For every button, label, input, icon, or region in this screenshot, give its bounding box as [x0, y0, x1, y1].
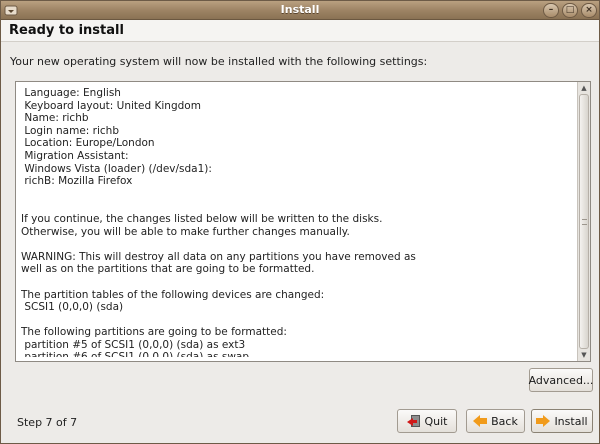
- summary-line: SCSI1 (0,0,0) (sda): [21, 301, 124, 314]
- scrollbar-thumb[interactable]: [579, 94, 589, 349]
- summary-line: Keyboard layout: United Kingdom: [21, 99, 201, 112]
- install-button-label: Install: [554, 414, 588, 428]
- summary-line: [21, 314, 573, 327]
- quit-button[interactable]: Quit: [397, 409, 457, 433]
- summary-line: Language: English: [21, 87, 121, 99]
- summary-line: richB: Mozilla Firefox: [21, 175, 133, 188]
- maximize-icon[interactable]: □: [562, 3, 578, 18]
- summary-line: Location: Europe/London: [21, 137, 155, 150]
- summary-line: Name: richb: [21, 112, 89, 125]
- window-title: Install: [280, 3, 320, 16]
- summary-line: well as on the partitions that are going…: [21, 263, 315, 276]
- back-button[interactable]: Back: [466, 409, 525, 433]
- summary-line: Otherwise, you will be able to make furt…: [21, 225, 350, 238]
- close-icon[interactable]: ×: [581, 3, 597, 18]
- summary-scrollbar[interactable]: ▲ ▼: [577, 82, 590, 361]
- installer-window: Install – □ × Ready to install Your new …: [0, 0, 600, 444]
- page-header: Ready to install: [1, 20, 599, 42]
- summary-line: WARNING: This will destroy all data on a…: [21, 250, 416, 263]
- summary-line: The following partitions are going to be…: [21, 326, 287, 339]
- summary-line: partition #6 of SCSI1 (0,0,0) (sda) as s…: [21, 351, 573, 357]
- summary-line: [21, 188, 573, 201]
- summary-line: Login name: richb: [21, 124, 119, 137]
- advanced-button-label: Advanced...: [528, 373, 594, 387]
- back-arrow-icon: [473, 414, 488, 428]
- summary-line: [21, 238, 573, 251]
- quit-button-label: Quit: [424, 414, 448, 428]
- summary-line: Windows Vista (loader) (/dev/sda1):: [21, 162, 212, 175]
- summary-line: partition #5 of SCSI1 (0,0,0) (sda) as e…: [21, 338, 246, 351]
- page-title: Ready to install: [9, 23, 124, 38]
- summary-line: [21, 276, 573, 289]
- summary-line: The partition tables of the following de…: [21, 288, 325, 301]
- minimize-icon[interactable]: –: [543, 3, 559, 18]
- summary-line: If you continue, the changes listed belo…: [21, 212, 383, 225]
- scroll-down-icon[interactable]: ▼: [578, 349, 590, 361]
- forward-arrow-icon: [536, 414, 551, 428]
- settings-summary-text: Language: English Keyboard layout: Unite…: [21, 87, 573, 357]
- intro-text: Your new operating system will now be in…: [10, 55, 428, 68]
- back-button-label: Back: [491, 414, 518, 428]
- scroll-up-icon[interactable]: ▲: [578, 82, 590, 94]
- summary-line: [21, 200, 573, 213]
- settings-summary-panel[interactable]: Language: English Keyboard layout: Unite…: [15, 81, 591, 362]
- title-bar[interactable]: Install – □ ×: [1, 1, 599, 20]
- summary-line: Migration Assistant:: [21, 149, 129, 162]
- quit-icon: [406, 414, 421, 428]
- advanced-button[interactable]: Advanced...: [529, 368, 593, 392]
- install-button[interactable]: Install: [531, 409, 593, 433]
- step-indicator: Step 7 of 7: [17, 416, 78, 429]
